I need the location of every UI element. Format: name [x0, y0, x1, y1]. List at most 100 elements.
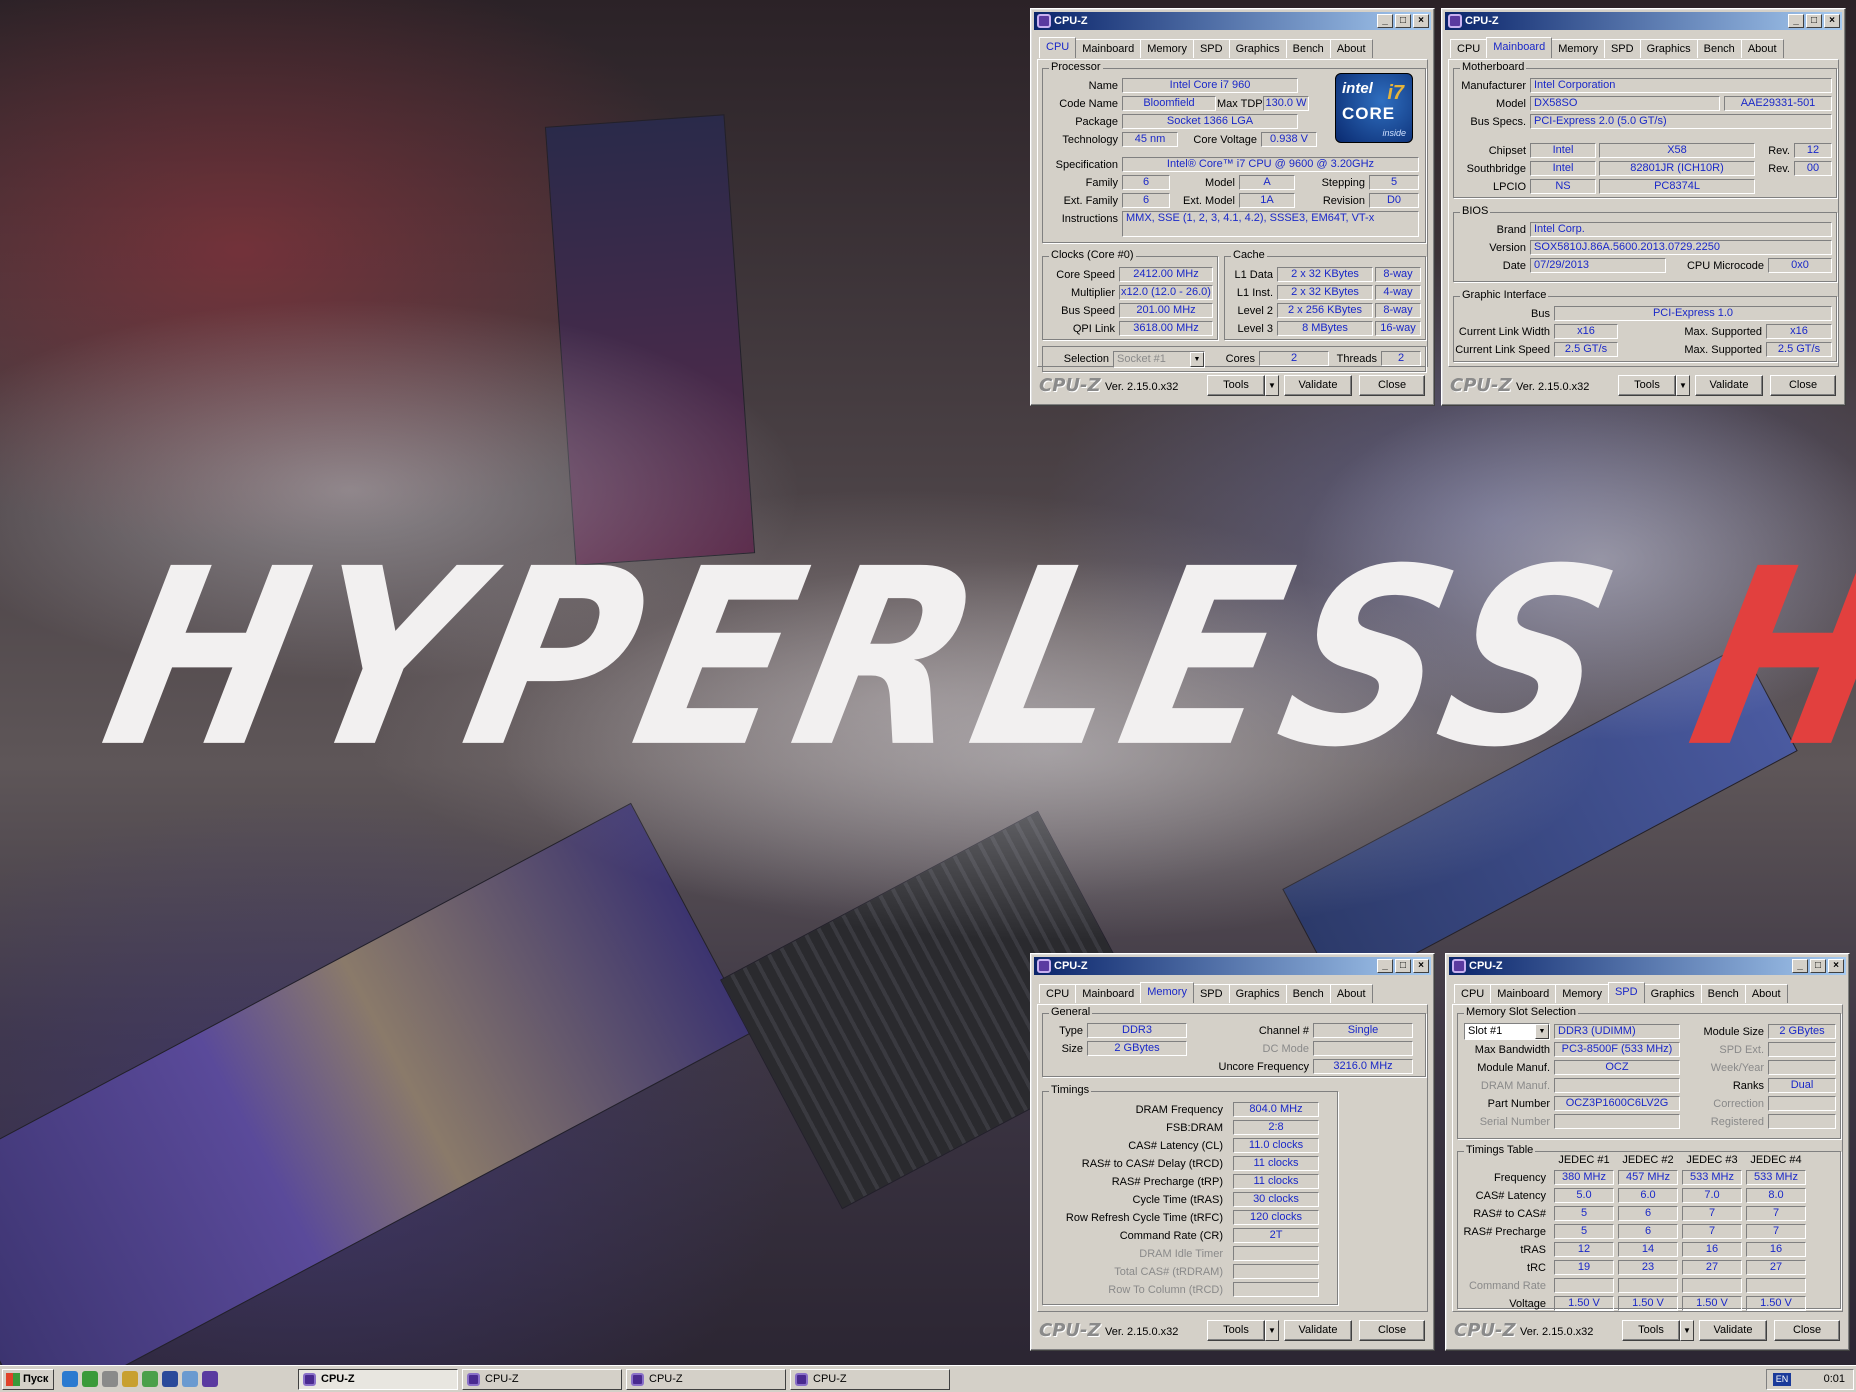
- tab-cpu[interactable]: CPU: [1450, 39, 1488, 58]
- minimize-button[interactable]: _: [1788, 14, 1804, 28]
- tab-mainboard[interactable]: Mainboard: [1490, 984, 1557, 1003]
- task-label: CPU-Z: [485, 1373, 519, 1385]
- tab-about[interactable]: About: [1329, 984, 1373, 1003]
- tab-mainboard[interactable]: Mainboard: [1075, 39, 1142, 58]
- tab-spd[interactable]: SPD: [1192, 39, 1230, 58]
- close-button[interactable]: Close: [1359, 1320, 1425, 1341]
- tab-graphics[interactable]: Graphics: [1228, 39, 1287, 58]
- cpuz-window-mainboard[interactable]: CPU-Z _ □ × CPU Mainboard Memory SPD Graph…: [1441, 8, 1846, 406]
- close-window-button[interactable]: ×: [1413, 959, 1429, 973]
- tab-spd[interactable]: SPD: [1192, 984, 1230, 1003]
- tools-button[interactable]: Tools: [1622, 1320, 1680, 1341]
- validate-button[interactable]: Validate: [1284, 1320, 1352, 1341]
- maximize-button[interactable]: □: [1395, 14, 1411, 28]
- tools-button[interactable]: Tools: [1618, 375, 1676, 396]
- tab-memory[interactable]: Memory: [1140, 39, 1194, 58]
- tab-mainboard[interactable]: Mainboard: [1486, 37, 1553, 58]
- start-button[interactable]: Пуск: [2, 1369, 54, 1390]
- intel-core-i7-logo: intel i7 CORE inside: [1335, 73, 1413, 143]
- clock[interactable]: 0:01: [1824, 1373, 1845, 1385]
- superpi-icon[interactable]: [82, 1371, 98, 1387]
- maximize-button[interactable]: □: [1810, 959, 1826, 973]
- minimize-button[interactable]: _: [1377, 959, 1393, 973]
- tab-spd[interactable]: SPD: [1607, 982, 1645, 1003]
- serial-number-label: Serial Number: [1479, 1116, 1550, 1128]
- close-window-button[interactable]: ×: [1828, 959, 1844, 973]
- close-button[interactable]: Close: [1359, 375, 1425, 396]
- tools-dropdown-arrow[interactable]: ▼: [1265, 375, 1279, 396]
- tab-bench[interactable]: Bench: [1700, 984, 1746, 1003]
- tab-cpu[interactable]: CPU: [1039, 37, 1077, 58]
- title-bar[interactable]: CPU-Z _ □ ×: [1449, 957, 1846, 975]
- monitor-icon[interactable]: [142, 1371, 158, 1387]
- tools-dropdown-arrow[interactable]: ▼: [1680, 1320, 1694, 1341]
- tab-graphics[interactable]: Graphics: [1639, 39, 1698, 58]
- taskbar-item-cpuz[interactable]: CPU-Z: [790, 1369, 950, 1390]
- tab-about[interactable]: About: [1329, 39, 1373, 58]
- taskbar-item-cpuz[interactable]: CPU-Z: [462, 1369, 622, 1390]
- validate-button[interactable]: Validate: [1695, 375, 1763, 396]
- tab-bench[interactable]: Bench: [1285, 39, 1331, 58]
- manufacturer-label: Manufacturer: [1461, 80, 1526, 92]
- socket-select[interactable]: Socket #1 ▼: [1113, 351, 1205, 368]
- channel-label: Channel #: [1258, 1025, 1309, 1037]
- tab-about[interactable]: About: [1740, 39, 1784, 58]
- uncore-frequency-value: 3216.0 MHz: [1313, 1059, 1413, 1074]
- close-button[interactable]: Close: [1770, 375, 1836, 396]
- link-speed-label: Current Link Speed: [1455, 344, 1550, 356]
- taskbar-item-cpuz[interactable]: CPU-Z: [626, 1369, 786, 1390]
- tab-memory[interactable]: Memory: [1140, 982, 1194, 1003]
- registered-label: Registered: [1710, 1116, 1764, 1128]
- tab-cpu[interactable]: CPU: [1454, 984, 1492, 1003]
- ie-icon[interactable]: [62, 1371, 78, 1387]
- model-label: Model: [1205, 177, 1235, 189]
- tab-graphics[interactable]: Graphics: [1643, 984, 1702, 1003]
- cpuz-launcher-icon[interactable]: [202, 1371, 218, 1387]
- tab-cpu[interactable]: CPU: [1039, 984, 1077, 1003]
- close-window-button[interactable]: ×: [1413, 14, 1429, 28]
- title-bar[interactable]: CPU-Z _ □ ×: [1034, 12, 1431, 30]
- tab-spd[interactable]: SPD: [1603, 39, 1641, 58]
- tool-icon[interactable]: [102, 1371, 118, 1387]
- close-button[interactable]: Close: [1774, 1320, 1840, 1341]
- taskbar-item-cpuz[interactable]: CPU-Z: [298, 1369, 458, 1390]
- maximize-button[interactable]: □: [1395, 959, 1411, 973]
- tab-about[interactable]: About: [1744, 984, 1788, 1003]
- chevron-down-icon[interactable]: ▼: [1190, 352, 1204, 367]
- tab-memory[interactable]: Memory: [1551, 39, 1605, 58]
- benchmark-icon[interactable]: [162, 1371, 178, 1387]
- maximize-button[interactable]: □: [1806, 14, 1822, 28]
- maxtdp-value: 130.0 W: [1263, 96, 1309, 111]
- minimize-button[interactable]: _: [1377, 14, 1393, 28]
- network-icon[interactable]: [182, 1371, 198, 1387]
- tab-memory[interactable]: Memory: [1555, 984, 1609, 1003]
- tab-mainboard[interactable]: Mainboard: [1075, 984, 1142, 1003]
- close-window-button[interactable]: ×: [1824, 14, 1840, 28]
- title-bar[interactable]: CPU-Z _ □ ×: [1034, 957, 1431, 975]
- title-bar[interactable]: CPU-Z _ □ ×: [1445, 12, 1842, 30]
- multiplier-label: Multiplier: [1070, 287, 1115, 299]
- timing-row-label: tRAS: [1520, 1244, 1546, 1256]
- timing-cell: 7: [1682, 1206, 1742, 1221]
- tab-bench[interactable]: Bench: [1696, 39, 1742, 58]
- validate-button[interactable]: Validate: [1699, 1320, 1767, 1341]
- validate-button[interactable]: Validate: [1284, 375, 1352, 396]
- core-voltage-value: 0.938 V: [1261, 132, 1317, 147]
- gpu-tool-icon[interactable]: [122, 1371, 138, 1387]
- specification-value: Intel® Core™ i7 CPU @ 9600 @ 3.20GHz: [1122, 157, 1419, 172]
- cpuz-window-cpu[interactable]: CPU-Z _ □ × CPU Mainboard Memory SPD Graph…: [1030, 8, 1435, 406]
- chevron-down-icon[interactable]: ▼: [1535, 1024, 1549, 1039]
- version-label: Ver. 2.15.0.x32: [1105, 381, 1179, 393]
- slot-select[interactable]: Slot #1 ▼: [1464, 1023, 1550, 1040]
- tab-bench[interactable]: Bench: [1285, 984, 1331, 1003]
- tools-dropdown-arrow[interactable]: ▼: [1676, 375, 1690, 396]
- minimize-button[interactable]: _: [1792, 959, 1808, 973]
- tools-dropdown-arrow[interactable]: ▼: [1265, 1320, 1279, 1341]
- language-indicator[interactable]: EN: [1773, 1373, 1791, 1386]
- timing-cell: 1.50 V: [1746, 1296, 1806, 1311]
- cpuz-window-spd[interactable]: CPU-Z _ □ × CPU Mainboard Memory SPD Graph…: [1445, 953, 1850, 1351]
- tools-button[interactable]: Tools: [1207, 1320, 1265, 1341]
- cpuz-window-memory[interactable]: CPU-Z _ □ × CPU Mainboard Memory SPD Graph…: [1030, 953, 1435, 1351]
- tab-graphics[interactable]: Graphics: [1228, 984, 1287, 1003]
- tools-button[interactable]: Tools: [1207, 375, 1265, 396]
